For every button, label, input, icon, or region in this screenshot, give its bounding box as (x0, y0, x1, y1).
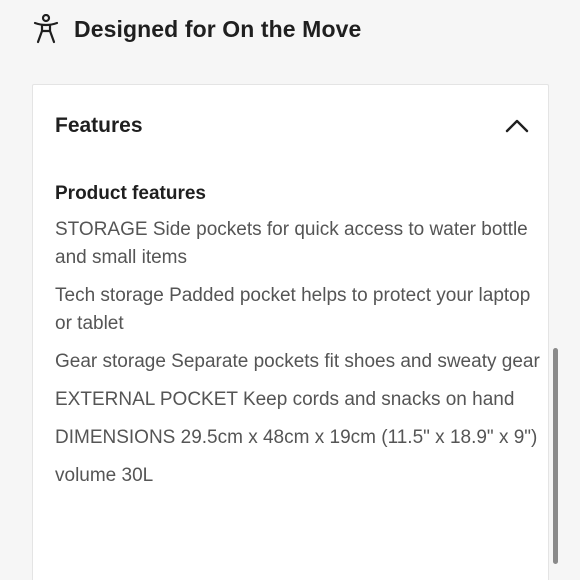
section-title: Product features (55, 183, 206, 204)
feature-list: STORAGE Side pockets for quick access to… (55, 216, 543, 490)
features-accordion: Features Product features STORAGE Side p… (32, 84, 549, 580)
person-icon (32, 13, 60, 45)
page-title: Designed for On the Move (74, 15, 362, 42)
page: Designed for On the Move Features Produc… (0, 0, 580, 580)
feature-item: volume 30L (55, 465, 154, 486)
scrollbar-thumb[interactable] (553, 348, 558, 564)
section-header: Designed for On the Move (32, 10, 361, 48)
accordion-toggle[interactable]: Features (55, 111, 530, 141)
chevron-up-icon[interactable] (504, 117, 530, 135)
accordion-title: Features (55, 114, 143, 137)
feature-item: STORAGE Side pockets for quick access to… (55, 219, 528, 268)
feature-item: Tech storage Padded pocket helps to prot… (55, 285, 531, 334)
feature-item: Gear storage Separate pockets fit shoes … (55, 351, 540, 372)
accordion-content: Product features STORAGE Side pockets fo… (55, 181, 543, 500)
feature-item: EXTERNAL POCKET Keep cords and snacks on… (55, 389, 515, 410)
feature-item: DIMENSIONS 29.5cm x 48cm x 19cm (11.5" x… (55, 427, 538, 448)
